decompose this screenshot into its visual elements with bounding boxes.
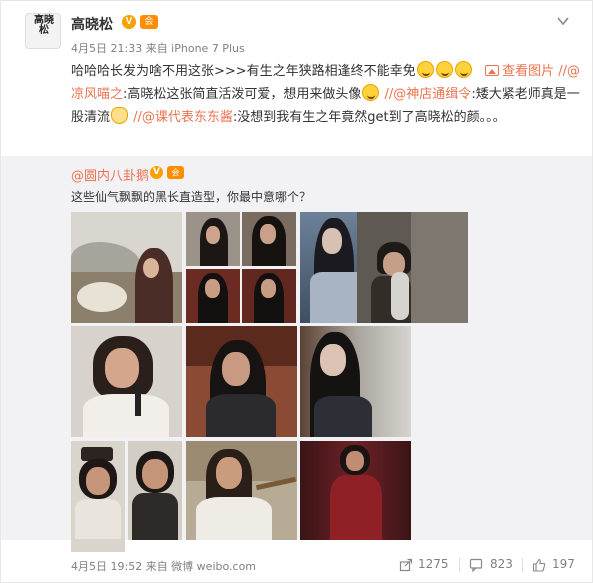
repost-author[interactable]: @圆内八卦鹅 <box>71 165 149 184</box>
share-icon[interactable] <box>399 558 413 572</box>
post-text-part4: :没想到我有生之年竟然get到了高晓松的颜。。。 <box>232 110 506 125</box>
member-badge-icon[interactable]: 会 <box>140 15 158 29</box>
grin-emoji-icon <box>454 61 472 78</box>
verified-badge-icon[interactable]: V <box>122 15 136 29</box>
like-icon[interactable] <box>532 558 546 572</box>
repost-meta[interactable]: 4月5日 19:52 来自 微博 weibo.com <box>71 558 256 574</box>
cry-emoji-icon <box>435 61 453 78</box>
photo-thumbnail-4[interactable] <box>357 212 468 323</box>
repost-count[interactable]: 1275 <box>418 557 449 571</box>
photo-thumbnail-9[interactable] <box>186 441 297 540</box>
weibo-post: 高晓松 高晓松 V 会 4月5日 21:33 来自 iPhone 7 Plus … <box>0 0 593 583</box>
photo-thumbnail-7[interactable] <box>300 326 411 437</box>
photo-thumbnail-2d[interactable] <box>242 269 296 323</box>
chevron-down-icon[interactable] <box>555 13 571 29</box>
avatar-calligraphy: 高晓松 <box>34 15 54 36</box>
mention-link-3[interactable]: //@课代表东东酱 <box>133 110 233 125</box>
repost-verified-badge-icon[interactable]: V <box>150 166 163 179</box>
photo-thumbnail-1[interactable] <box>71 212 182 323</box>
photo-thumbnail-2b[interactable] <box>242 212 296 266</box>
repost-member-badge-icon[interactable]: 会 <box>167 166 184 179</box>
post-text-part1: 哈哈哈长发为啥不用这张>>>有生之年狭路相逢终不能幸免 <box>71 64 416 79</box>
reposted-content: @圆内八卦鹅 V 会 这些仙气飘飘的黑长直造型，你最中意哪个？ <box>1 156 592 552</box>
mention-link-2[interactable]: //@神店通缉令 <box>385 87 472 102</box>
view-image-link[interactable]: 查看图片 <box>485 64 554 79</box>
stat-divider <box>459 558 460 572</box>
photo-thumbnail-5[interactable] <box>71 326 182 437</box>
comment-icon[interactable] <box>469 558 483 572</box>
picture-icon <box>485 65 500 76</box>
photo-thumbnail-2a[interactable] <box>186 212 240 266</box>
photo-thumbnail-10[interactable] <box>300 441 411 540</box>
laugh-cry-emoji-icon <box>416 61 434 78</box>
stat-divider <box>522 558 523 572</box>
smile-emoji-icon <box>362 84 380 101</box>
post-meta[interactable]: 4月5日 21:33 来自 iPhone 7 Plus <box>71 40 245 56</box>
like-count[interactable]: 197 <box>552 557 575 571</box>
post-body: 哈哈哈长发为啥不用这张>>>有生之年狭路相逢终不能幸免 查看图片 //@凉风喵之… <box>71 60 581 129</box>
author-name[interactable]: 高晓松 <box>71 14 113 34</box>
author-avatar[interactable]: 高晓松 <box>25 13 61 49</box>
pray-emoji-icon <box>111 107 129 124</box>
photo-thumbnail-2c[interactable] <box>186 269 240 323</box>
post-text-part2: :高晓松这张简直活泼可爱，想用来做头像 <box>123 87 362 102</box>
photo-thumbnail-8b[interactable] <box>128 441 182 540</box>
repost-text: 这些仙气飘飘的黑长直造型，你最中意哪个？ <box>71 190 312 204</box>
comment-count[interactable]: 823 <box>490 557 513 571</box>
photo-thumbnail-6[interactable] <box>186 326 297 437</box>
photo-thumbnail-8a[interactable] <box>71 441 125 552</box>
